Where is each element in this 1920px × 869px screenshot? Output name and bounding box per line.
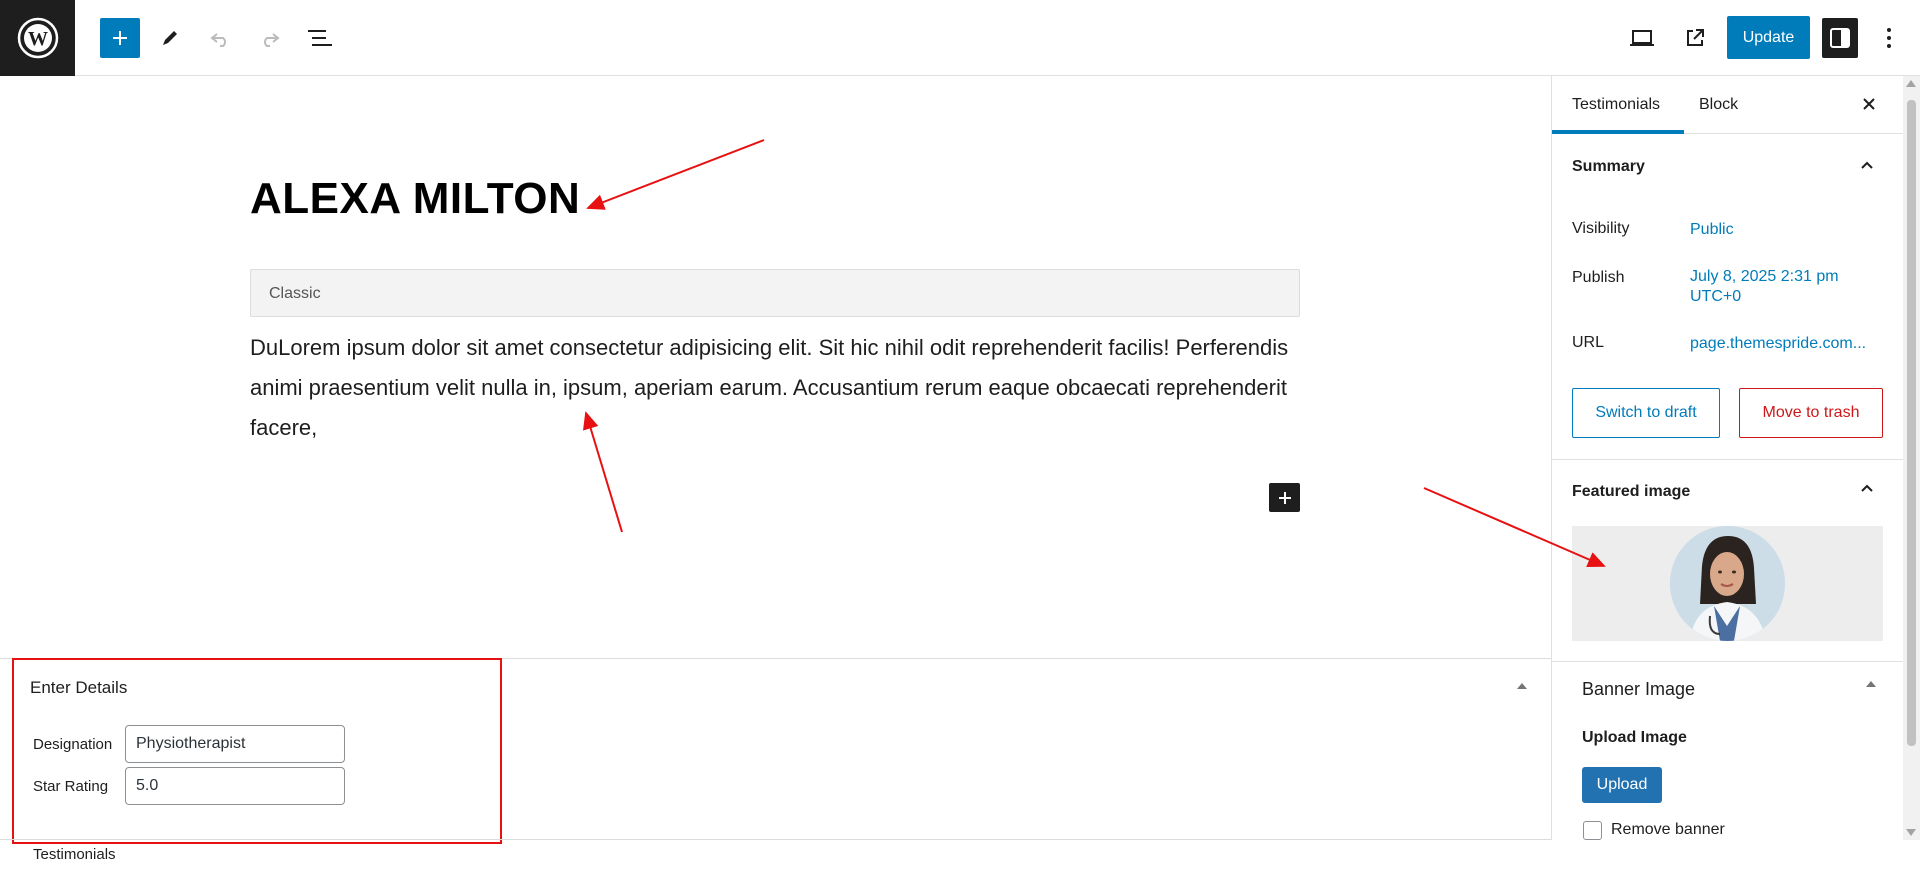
close-icon — [1863, 98, 1875, 110]
more-vertical-icon — [1887, 28, 1891, 48]
close-sidebar-button[interactable] — [1857, 92, 1881, 116]
classic-block-label: Classic — [269, 285, 321, 302]
post-title[interactable]: ALEXA MILTON — [250, 174, 580, 224]
featured-image-collapse-button[interactable] — [1855, 477, 1879, 501]
panel-divider — [1552, 459, 1904, 460]
list-view-button[interactable] — [300, 18, 340, 58]
block-appender-button[interactable] — [1269, 483, 1300, 512]
sidebar-scrollbar[interactable] — [1903, 76, 1920, 840]
external-link-icon — [1687, 29, 1704, 46]
settings-toggle-button[interactable] — [1822, 18, 1858, 58]
plus-icon — [113, 31, 127, 45]
star-rating-label: Star Rating — [33, 778, 109, 795]
editor-canvas: ALEXA MILTON Classic DuLorem ipsum dolor… — [0, 76, 1551, 658]
star-rating-input[interactable] — [125, 767, 345, 805]
sidebar-toggle-icon — [1830, 28, 1850, 48]
upload-button[interactable]: Upload — [1582, 767, 1662, 803]
undo-icon — [210, 33, 226, 47]
remove-banner-checkbox[interactable] — [1583, 821, 1602, 840]
banner-image-panel-title: Banner Image — [1582, 679, 1696, 699]
list-view-icon — [308, 30, 332, 46]
preview-button[interactable] — [1622, 18, 1662, 58]
chevron-up-icon — [1861, 484, 1873, 492]
post-content[interactable]: DuLorem ipsum dolor sit amet consectetur… — [250, 328, 1310, 448]
add-block-button[interactable] — [100, 18, 140, 58]
classic-block-toolbar[interactable]: Classic — [250, 269, 1300, 317]
plus-icon — [1278, 491, 1291, 504]
wordpress-logo-icon[interactable]: W — [0, 0, 75, 76]
tools-button[interactable] — [150, 18, 190, 58]
publish-label: Publish — [1572, 269, 1625, 286]
view-post-button[interactable] — [1675, 18, 1715, 58]
sidebar-tabs: Testimonials Block — [1552, 76, 1904, 134]
metabox-title: Enter Details — [30, 678, 128, 697]
panel-divider — [1552, 661, 1904, 662]
options-button[interactable] — [1869, 18, 1909, 58]
scroll-up-arrow-icon[interactable] — [1906, 80, 1916, 87]
featured-image-panel-title[interactable]: Featured image — [1572, 483, 1690, 501]
featured-image-preview[interactable] — [1572, 526, 1883, 641]
scrollbar-thumb[interactable] — [1907, 100, 1916, 746]
visibility-value-link[interactable]: Public — [1690, 220, 1734, 240]
designation-label: Designation — [33, 736, 113, 753]
url-value-link[interactable]: page.themespride.com... — [1690, 334, 1866, 354]
update-button[interactable]: Update — [1727, 16, 1810, 59]
metabox-toggle-button[interactable] — [1514, 678, 1530, 699]
laptop-icon — [1630, 30, 1654, 46]
featured-image-portrait — [1670, 526, 1785, 641]
publish-date: July 8, 2025 2:31 pm — [1690, 268, 1839, 285]
scroll-down-arrow-icon[interactable] — [1906, 829, 1916, 836]
remove-banner-label: Remove banner — [1611, 821, 1725, 838]
move-to-trash-button[interactable]: Move to trash — [1739, 388, 1883, 438]
triangle-up-icon — [1866, 681, 1876, 687]
triangle-up-icon — [1517, 683, 1527, 689]
publish-date-link[interactable]: July 8, 2025 2:31 pm UTC+0 — [1690, 267, 1839, 307]
tab-testimonials[interactable]: Testimonials — [1572, 96, 1660, 114]
upload-image-label: Upload Image — [1582, 729, 1687, 746]
summary-collapse-button[interactable] — [1855, 154, 1879, 178]
breadcrumb[interactable]: Testimonials — [33, 846, 116, 863]
summary-panel-title[interactable]: Summary — [1572, 158, 1645, 176]
designation-input[interactable] — [125, 725, 345, 763]
banner-collapse-button[interactable] — [1863, 676, 1887, 700]
visibility-label: Visibility — [1572, 220, 1630, 237]
pencil-icon — [163, 31, 177, 45]
switch-to-draft-button[interactable]: Switch to draft — [1572, 388, 1720, 438]
chevron-up-icon — [1861, 161, 1873, 169]
undo-button[interactable] — [200, 18, 240, 58]
url-label: URL — [1572, 334, 1605, 351]
editor-top-bar: W Update — [0, 0, 1920, 76]
redo-button[interactable] — [250, 18, 290, 58]
publish-timezone: UTC+0 — [1690, 288, 1742, 305]
redo-icon — [264, 33, 280, 47]
settings-sidebar: Testimonials Block Summary Visibility Pu… — [1551, 76, 1904, 840]
tab-block[interactable]: Block — [1699, 96, 1738, 114]
svg-text:W: W — [28, 28, 48, 50]
active-tab-indicator — [1552, 130, 1684, 134]
